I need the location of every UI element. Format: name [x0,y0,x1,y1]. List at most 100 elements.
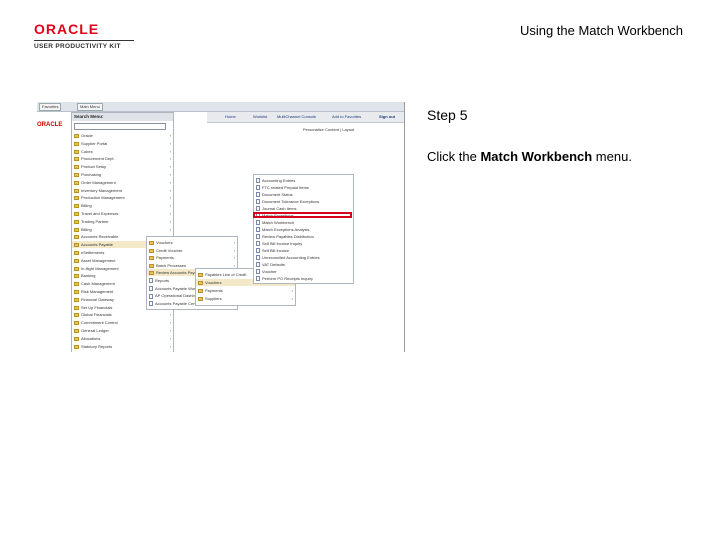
folder-icon [74,282,79,287]
voucher-submenu-item-label: Match Workbench [262,220,295,225]
main-menu-item[interactable]: Oracle › [72,132,173,139]
nav-worklist[interactable]: Worklist [253,114,267,120]
folder-icon [74,305,79,310]
voucher-submenu-item-label: Document Tolerance Exceptions [262,199,320,204]
voucher-submenu-item-label: Match Exceptions Analysis [262,227,310,232]
main-menu-button[interactable]: Main Menu [77,103,103,111]
review-submenu-item-label: Payables Line of Credit [205,272,247,277]
main-menu-item-label: Set Up Financials [81,304,113,310]
main-menu-item[interactable]: Billing › [72,202,173,209]
chevron-right-icon: › [291,296,293,301]
main-menu-item-label: Billing [81,226,92,232]
main-menu-item[interactable]: Travel and Expenses › [72,210,173,217]
main-menu-item[interactable]: General Ledger › [72,327,173,334]
document-icon [256,241,260,247]
main-menu-item-label: Allocations [81,335,101,341]
ap-submenu-item[interactable]: Credit Voucher › [147,247,237,254]
voucher-submenu-item[interactable]: Perform PO Receipts Inquiry [254,275,353,282]
main-menu-item-label: Accounts Receivable [81,234,119,240]
logo-oracle-text: ORACLE [34,21,100,37]
main-menu-item[interactable]: Production Management › [72,194,173,201]
voucher-submenu-item[interactable]: Unreconciled Accounting Entries [254,254,353,261]
voucher-submenu-item[interactable]: Accounting Entries [254,177,353,184]
folder-icon [74,321,79,326]
main-menu-item[interactable]: Supplier Portal › [72,140,173,147]
ap-submenu-item-label: Payments [156,255,174,261]
folder-icon [198,288,203,293]
folder-icon [74,336,79,341]
document-icon [256,255,260,261]
favorites-menu[interactable]: Favorites [39,103,62,111]
main-menu-item[interactable]: Order Management › [72,179,173,186]
folder-icon [74,165,79,170]
header-nav: Home Worklist MultiChannel Console Add t… [207,112,404,123]
main-menu-item[interactable]: Purchasing › [72,171,173,178]
folder-icon [198,296,203,301]
main-menu-item[interactable]: Trading Partner › [72,218,173,225]
menu-search-input[interactable] [74,123,166,130]
instruction-suffix: menu. [592,149,632,164]
folder-icon [74,157,79,162]
chevron-right-icon: › [169,172,171,177]
document-icon [256,234,260,240]
ap-submenu-item-label: Vouchers [156,240,173,245]
main-menu-item[interactable]: Procurement Dept. › [72,155,173,162]
voucher-submenu-item[interactable]: Match Workbench [254,219,353,226]
voucher-submenu-item[interactable]: Review Payables Distribution [254,233,353,240]
main-menu-item[interactable]: Statutory Reports › [72,343,173,350]
voucher-submenu-item[interactable]: VAT Defaults [254,261,353,268]
folder-icon [74,149,79,154]
main-menu-item[interactable]: Inventory Management › [72,187,173,194]
voucher-submenu-item[interactable]: Match Exceptions Analysis [254,226,353,233]
document-icon [256,248,260,254]
main-menu-item[interactable]: Commitment Control › [72,319,173,326]
nav-sign-out[interactable]: Sign out [379,114,395,120]
voucher-submenu-item[interactable]: Journal Cash Items [254,205,353,212]
main-menu-item-label: General Ledger [81,328,109,333]
main-menu-item[interactable]: Billing › [72,226,173,233]
voucher-submenu-item[interactable]: Document Status [254,191,353,198]
ap-submenu-item[interactable]: Payments › [147,254,237,261]
voucher-submenu-item[interactable]: Document Tolerance Exceptions [254,198,353,205]
ap-submenu-item-label: Batch Processes [156,262,187,268]
main-menu-item-label: Cubes [81,148,93,154]
chevron-right-icon: › [233,240,235,245]
voucher-submenu-item[interactable]: Voucher [254,268,353,275]
folder-icon [74,211,79,216]
nav-add-favorites[interactable]: Add to Favorites [332,114,361,120]
voucher-submenu-item[interactable]: Self Bill Invoice [254,247,353,254]
ap-submenu-item[interactable]: Vouchers › [147,239,237,246]
main-menu-item[interactable]: Product Setup › [72,163,173,170]
folder-icon [74,344,79,349]
document-title: Using the Match Workbench [519,23,683,38]
document-icon [256,227,260,233]
main-menu-item[interactable]: Allocations › [72,335,173,342]
main-menu-item-label: Inventory Management [81,187,122,193]
folder-icon [74,243,79,248]
chevron-right-icon: › [169,312,171,318]
chevron-right-icon: › [169,164,171,170]
main-menu-item[interactable]: Global Financials › [72,311,173,318]
document-icon [149,286,153,292]
folder-icon [74,188,79,193]
review-submenu-item[interactable]: Suppliers › [196,295,295,302]
chevron-right-icon: › [169,328,171,333]
document-icon [256,206,260,212]
folder-icon [149,248,154,253]
voucher-submenu-item[interactable]: Self Bill Invoice Inquiry [254,240,353,247]
voucher-submenu-item-label: Unreconciled Accounting Entries [262,255,320,260]
nav-multichannel[interactable]: MultiChannel Console [277,114,316,120]
folder-icon [74,219,79,224]
folder-icon [74,297,79,302]
main-menu-item[interactable]: Cubes › [72,148,173,155]
nav-home[interactable]: Home [225,114,236,120]
instruction-target: Match Workbench [480,149,593,164]
top-menubar: Favorites Main Menu [37,102,404,112]
main-menu-item-label: Cash Management [81,281,115,287]
review-submenu-item[interactable]: Payments › [196,287,295,294]
voucher-submenu-item[interactable]: FTC related Prepaid Items [254,184,353,191]
main-menu-item-label: Billing [81,203,92,209]
folder-icon [149,263,154,268]
personalize-link[interactable]: Personalize Content | Layout [303,127,354,132]
folder-icon [74,172,79,177]
